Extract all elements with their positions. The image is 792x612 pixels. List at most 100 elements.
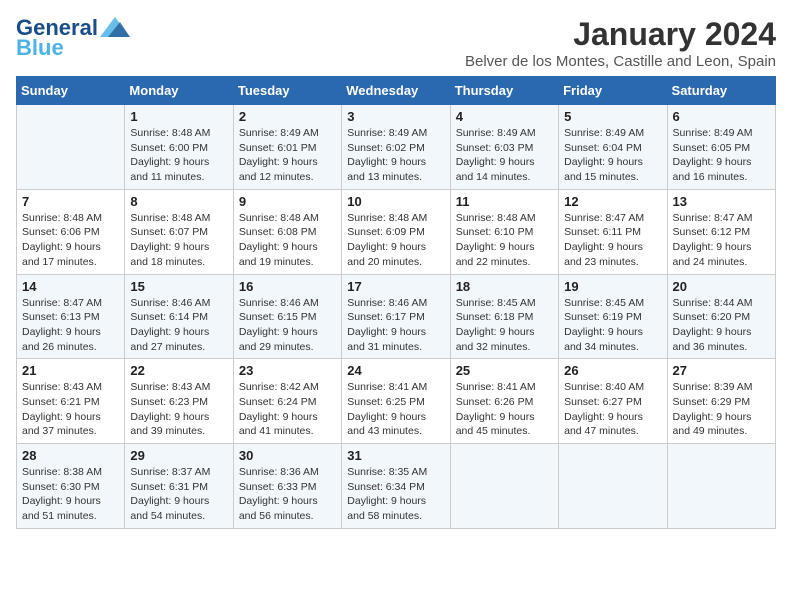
day-info: Sunrise: 8:48 AMSunset: 6:08 PMDaylight:…: [239, 211, 336, 270]
day-info: Sunrise: 8:47 AMSunset: 6:11 PMDaylight:…: [564, 211, 661, 270]
weekday-header-saturday: Saturday: [667, 77, 775, 105]
calendar-cell: 15 Sunrise: 8:46 AMSunset: 6:14 PMDayligh…: [125, 274, 233, 359]
day-number: 11: [456, 194, 553, 209]
calendar-week-row: 14Sunrise: 8:47 AMSunset: 6:13 PMDayligh…: [17, 274, 776, 359]
calendar-cell: 17 Sunrise: 8:46 AMSunset: 6:17 PMDayligh…: [342, 274, 450, 359]
day-info: Sunrise: 8:48 AMSunset: 6:06 PMDaylight:…: [22, 211, 119, 270]
weekday-header-tuesday: Tuesday: [233, 77, 341, 105]
calendar-cell: 23 Sunrise: 8:42 AMSunset: 6:24 PMDayligh…: [233, 359, 341, 444]
day-info: Sunrise: 8:40 AMSunset: 6:27 PMDaylight:…: [564, 380, 661, 439]
day-number: 24: [347, 363, 444, 378]
calendar-cell: [667, 444, 775, 529]
calendar-week-row: 7 Sunrise: 8:48 AMSunset: 6:06 PMDaylight…: [17, 189, 776, 274]
day-number: 12: [564, 194, 661, 209]
day-info: Sunrise: 8:45 AMSunset: 6:19 PMDaylight:…: [564, 296, 661, 355]
calendar-cell: 2 Sunrise: 8:49 AMSunset: 6:01 PMDaylight…: [233, 105, 341, 190]
day-info: Sunrise: 8:35 AMSunset: 6:34 PMDaylight:…: [347, 465, 444, 524]
day-number: 9: [239, 194, 336, 209]
calendar-cell: 14Sunrise: 8:47 AMSunset: 6:13 PMDayligh…: [17, 274, 125, 359]
calendar-cell: 19 Sunrise: 8:45 AMSunset: 6:19 PMDayligh…: [559, 274, 667, 359]
day-info: Sunrise: 8:44 AMSunset: 6:20 PMDaylight:…: [673, 296, 770, 355]
day-number: 30: [239, 448, 336, 463]
day-info: Sunrise: 8:49 AMSunset: 6:02 PMDaylight:…: [347, 126, 444, 185]
calendar-subtitle: Belver de los Montes, Castille and Leon,…: [465, 53, 776, 70]
day-info: Sunrise: 8:48 AMSunset: 6:07 PMDaylight:…: [130, 211, 227, 270]
day-info: Sunrise: 8:49 AMSunset: 6:01 PMDaylight:…: [239, 126, 336, 185]
day-number: 21: [22, 363, 119, 378]
calendar-cell: 24 Sunrise: 8:41 AMSunset: 6:25 PMDayligh…: [342, 359, 450, 444]
weekday-header-friday: Friday: [559, 77, 667, 105]
day-number: 31: [347, 448, 444, 463]
calendar-cell: 9 Sunrise: 8:48 AMSunset: 6:08 PMDaylight…: [233, 189, 341, 274]
day-info: Sunrise: 8:46 AMSunset: 6:14 PMDaylight:…: [130, 296, 227, 355]
weekday-header-row: SundayMondayTuesdayWednesdayThursdayFrid…: [17, 77, 776, 105]
calendar-cell: 12 Sunrise: 8:47 AMSunset: 6:11 PMDayligh…: [559, 189, 667, 274]
calendar-cell: 31 Sunrise: 8:35 AMSunset: 6:34 PMDayligh…: [342, 444, 450, 529]
day-info: Sunrise: 8:39 AMSunset: 6:29 PMDaylight:…: [673, 380, 770, 439]
calendar-cell: 21 Sunrise: 8:43 AMSunset: 6:21 PMDayligh…: [17, 359, 125, 444]
day-info: Sunrise: 8:46 AMSunset: 6:17 PMDaylight:…: [347, 296, 444, 355]
day-number: 4: [456, 109, 553, 124]
day-number: 20: [673, 279, 770, 294]
calendar-cell: 18 Sunrise: 8:45 AMSunset: 6:18 PMDayligh…: [450, 274, 558, 359]
day-number: 14: [22, 279, 119, 294]
calendar-title: January 2024: [465, 16, 776, 53]
day-info: Sunrise: 8:48 AMSunset: 6:10 PMDaylight:…: [456, 211, 553, 270]
weekday-header-sunday: Sunday: [17, 77, 125, 105]
calendar-cell: 28 Sunrise: 8:38 AMSunset: 6:30 PMDayligh…: [17, 444, 125, 529]
calendar-cell: 8 Sunrise: 8:48 AMSunset: 6:07 PMDaylight…: [125, 189, 233, 274]
day-number: 2: [239, 109, 336, 124]
day-number: 7: [22, 194, 119, 209]
day-number: 17: [347, 279, 444, 294]
calendar-cell: 27 Sunrise: 8:39 AMSunset: 6:29 PMDayligh…: [667, 359, 775, 444]
day-number: 6: [673, 109, 770, 124]
calendar-cell: [450, 444, 558, 529]
day-number: 18: [456, 279, 553, 294]
day-number: 1: [130, 109, 227, 124]
weekday-header-monday: Monday: [125, 77, 233, 105]
calendar-cell: [17, 105, 125, 190]
calendar-week-row: 28 Sunrise: 8:38 AMSunset: 6:30 PMDayligh…: [17, 444, 776, 529]
calendar-cell: 10 Sunrise: 8:48 AMSunset: 6:09 PMDayligh…: [342, 189, 450, 274]
calendar-cell: 6Sunrise: 8:49 AMSunset: 6:05 PMDaylight…: [667, 105, 775, 190]
day-number: 29: [130, 448, 227, 463]
calendar-table: SundayMondayTuesdayWednesdayThursdayFrid…: [16, 76, 776, 529]
day-number: 5: [564, 109, 661, 124]
day-info: Sunrise: 8:41 AMSunset: 6:25 PMDaylight:…: [347, 380, 444, 439]
calendar-cell: 4Sunrise: 8:49 AMSunset: 6:03 PMDaylight…: [450, 105, 558, 190]
day-number: 22: [130, 363, 227, 378]
calendar-cell: 16Sunrise: 8:46 AMSunset: 6:15 PMDayligh…: [233, 274, 341, 359]
calendar-cell: 30 Sunrise: 8:36 AMSunset: 6:33 PMDayligh…: [233, 444, 341, 529]
day-number: 13: [673, 194, 770, 209]
day-info: Sunrise: 8:48 AMSunset: 6:00 PMDaylight:…: [130, 126, 227, 185]
day-info: Sunrise: 8:43 AMSunset: 6:21 PMDaylight:…: [22, 380, 119, 439]
day-number: 10: [347, 194, 444, 209]
day-number: 23: [239, 363, 336, 378]
day-number: 28: [22, 448, 119, 463]
day-info: Sunrise: 8:45 AMSunset: 6:18 PMDaylight:…: [456, 296, 553, 355]
calendar-cell: 22 Sunrise: 8:43 AMSunset: 6:23 PMDayligh…: [125, 359, 233, 444]
day-info: Sunrise: 8:43 AMSunset: 6:23 PMDaylight:…: [130, 380, 227, 439]
day-number: 27: [673, 363, 770, 378]
day-number: 8: [130, 194, 227, 209]
calendar-cell: 26Sunrise: 8:40 AMSunset: 6:27 PMDayligh…: [559, 359, 667, 444]
header: General Blue January 2024 Belver de los …: [16, 16, 776, 70]
day-info: Sunrise: 8:49 AMSunset: 6:04 PMDaylight:…: [564, 126, 661, 185]
calendar-cell: 7 Sunrise: 8:48 AMSunset: 6:06 PMDaylight…: [17, 189, 125, 274]
weekday-header-thursday: Thursday: [450, 77, 558, 105]
day-info: Sunrise: 8:48 AMSunset: 6:09 PMDaylight:…: [347, 211, 444, 270]
day-info: Sunrise: 8:38 AMSunset: 6:30 PMDaylight:…: [22, 465, 119, 524]
day-info: Sunrise: 8:47 AMSunset: 6:12 PMDaylight:…: [673, 211, 770, 270]
logo-icon: [100, 17, 130, 39]
day-number: 3: [347, 109, 444, 124]
calendar-cell: 13 Sunrise: 8:47 AMSunset: 6:12 PMDayligh…: [667, 189, 775, 274]
day-info: Sunrise: 8:42 AMSunset: 6:24 PMDaylight:…: [239, 380, 336, 439]
calendar-cell: [559, 444, 667, 529]
day-number: 15: [130, 279, 227, 294]
day-info: Sunrise: 8:36 AMSunset: 6:33 PMDaylight:…: [239, 465, 336, 524]
day-info: Sunrise: 8:41 AMSunset: 6:26 PMDaylight:…: [456, 380, 553, 439]
calendar-cell: 5 Sunrise: 8:49 AMSunset: 6:04 PMDaylight…: [559, 105, 667, 190]
day-info: Sunrise: 8:37 AMSunset: 6:31 PMDaylight:…: [130, 465, 227, 524]
day-number: 19: [564, 279, 661, 294]
calendar-cell: 20 Sunrise: 8:44 AMSunset: 6:20 PMDayligh…: [667, 274, 775, 359]
